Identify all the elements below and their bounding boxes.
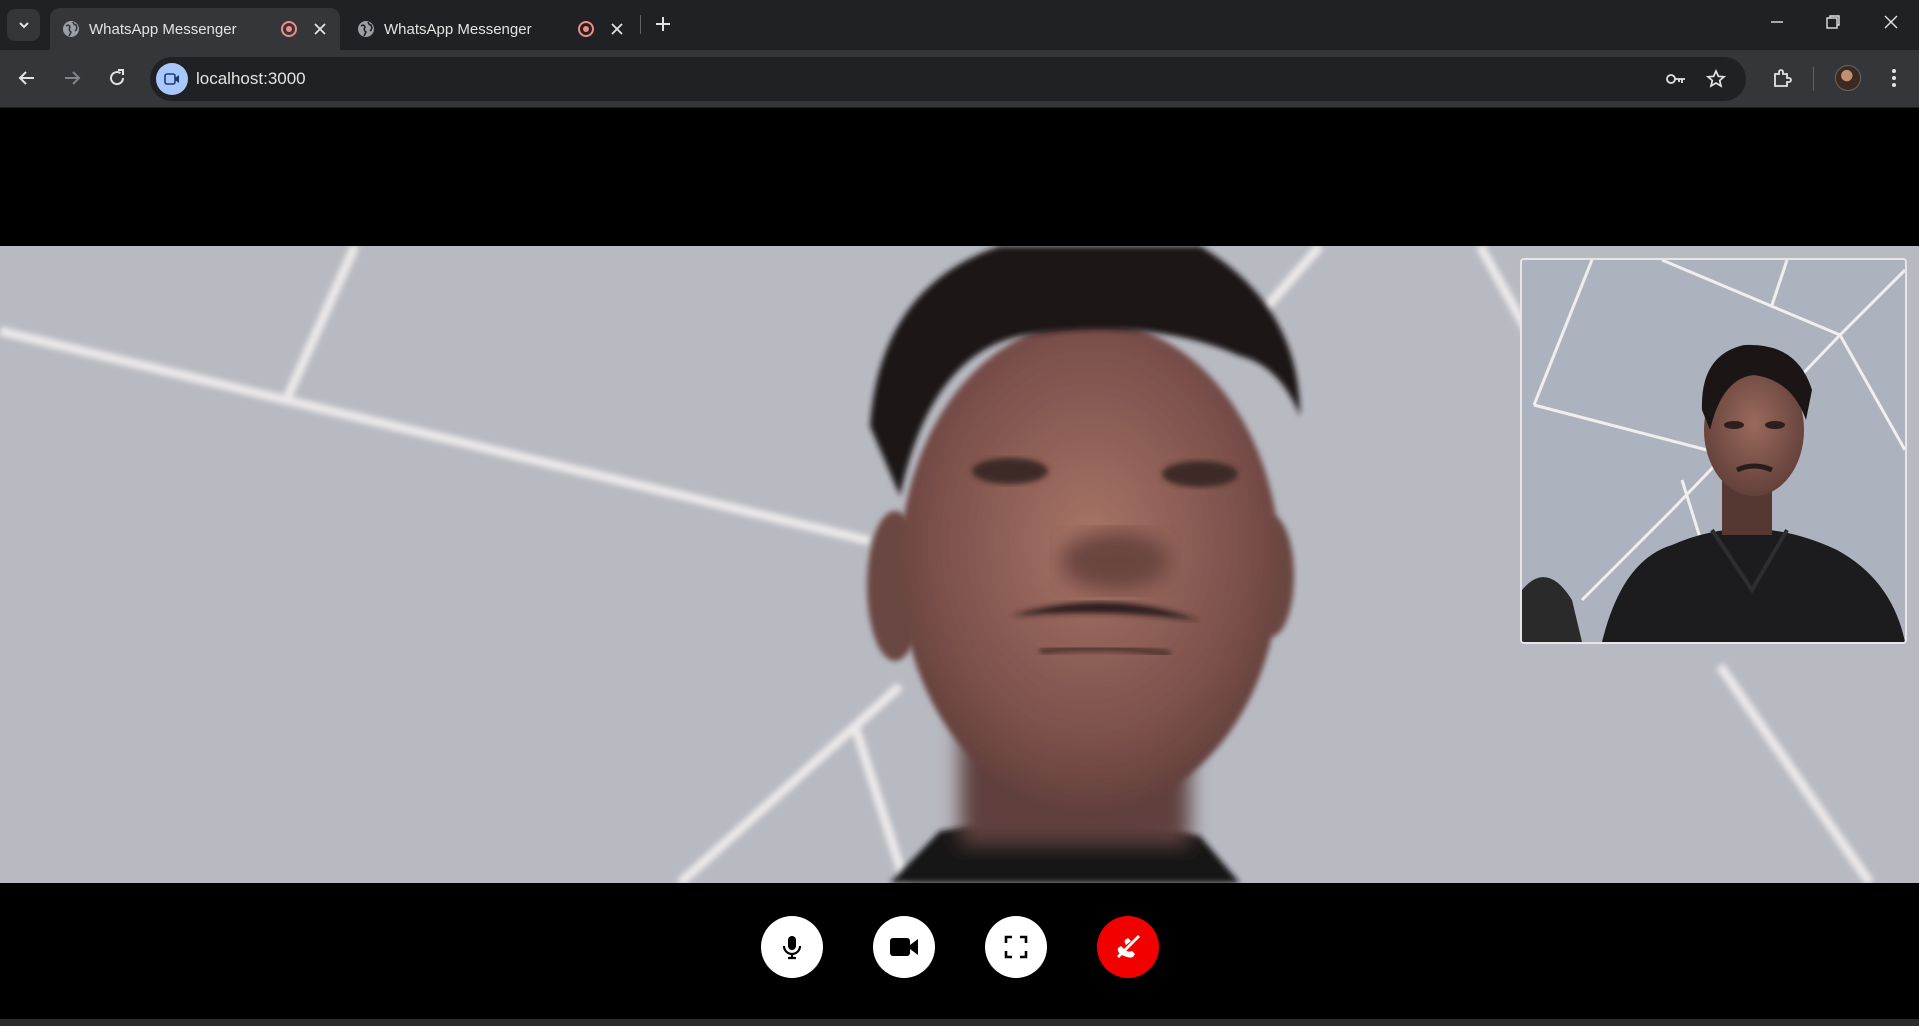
back-arrow-icon[interactable] [15, 66, 39, 90]
close-window-icon[interactable] [1881, 12, 1901, 32]
video-call-page [0, 108, 1919, 1026]
extensions-puzzle-icon[interactable] [1770, 66, 1794, 90]
url-text: localhost:3000 [196, 69, 306, 88]
video-camera-icon [889, 938, 918, 956]
fullscreen-button[interactable] [984, 916, 1047, 978]
tab-title: WhatsApp Messenger [89, 21, 237, 38]
password-key-icon[interactable] [1665, 68, 1687, 90]
tab-whatsapp-2[interactable]: WhatsApp Messenger [345, 8, 635, 50]
self-preview-video [1520, 258, 1907, 644]
reload-icon[interactable] [105, 66, 129, 90]
new-tab-plus-icon[interactable] [652, 13, 674, 35]
tab-title: WhatsApp Messenger [384, 21, 532, 38]
call-controls [0, 883, 1919, 1023]
globe-icon [63, 21, 79, 37]
bookmark-star-icon[interactable] [1705, 68, 1727, 90]
close-tab-icon[interactable] [312, 21, 328, 37]
tab-separator [640, 15, 641, 34]
close-tab-icon[interactable] [609, 21, 625, 37]
video-camera-icon [164, 73, 179, 85]
globe-icon [358, 21, 374, 37]
address-bar[interactable]: localhost:3000 [150, 57, 1746, 101]
browser-tab-strip: WhatsApp Messenger WhatsApp Messenger [0, 0, 1919, 50]
phone-hangup-icon [1116, 935, 1140, 958]
browser-toolbar: localhost:3000 [0, 50, 1919, 108]
forward-arrow-icon[interactable] [60, 66, 84, 90]
fullscreen-icon [1004, 935, 1027, 959]
chevron-down-icon [18, 22, 29, 29]
tab-search-button[interactable] [7, 9, 40, 41]
profile-avatar[interactable] [1835, 65, 1861, 91]
window-bottom-edge [0, 1019, 1919, 1026]
minimize-icon[interactable] [1767, 12, 1787, 32]
site-camera-permission-icon[interactable] [156, 63, 188, 95]
end-call-button[interactable] [1096, 916, 1159, 978]
toolbar-separator [1813, 67, 1814, 91]
camera-button[interactable] [872, 916, 935, 978]
microphone-button[interactable] [760, 916, 823, 978]
more-menu-icon[interactable] [1882, 66, 1906, 90]
recording-indicator-icon [281, 21, 297, 37]
restore-icon[interactable] [1823, 12, 1843, 32]
mic-icon [782, 936, 801, 960]
recording-indicator-icon [578, 21, 594, 37]
tab-whatsapp-1[interactable]: WhatsApp Messenger [50, 8, 340, 50]
self-preview-frame [1522, 260, 1905, 642]
